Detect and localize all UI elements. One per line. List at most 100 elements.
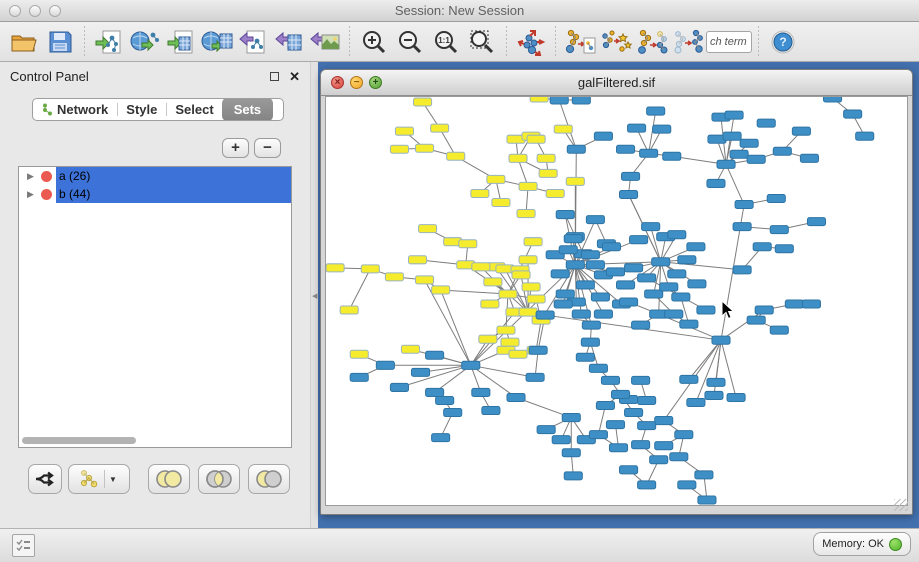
graph-node-blue[interactable]	[705, 391, 723, 399]
graph-node-blue[interactable]	[740, 139, 758, 147]
graph-node-yellow[interactable]	[522, 283, 540, 291]
export-network-icon[interactable]	[235, 25, 271, 59]
graph-node-blue[interactable]	[596, 401, 614, 409]
graph-node-yellow[interactable]	[471, 189, 489, 197]
set-row-a[interactable]: ▶ a (26)	[19, 167, 291, 185]
network-frame-titlebar[interactable]: × − + galFiltered.sif	[321, 70, 912, 96]
graph-node-yellow[interactable]	[517, 210, 535, 218]
graph-node-yellow[interactable]	[512, 271, 530, 279]
graph-node-blue[interactable]	[552, 436, 570, 444]
graph-node-blue[interactable]	[606, 421, 624, 429]
graph-node-blue[interactable]	[622, 172, 640, 180]
graph-node-blue[interactable]	[581, 251, 599, 259]
graph-node-blue[interactable]	[653, 125, 671, 133]
task-history-button[interactable]	[12, 534, 35, 557]
graph-node-blue[interactable]	[589, 364, 607, 372]
graph-node-blue[interactable]	[609, 444, 627, 452]
zoom-in-icon[interactable]	[356, 25, 392, 59]
graph-node-yellow[interactable]	[530, 97, 548, 102]
collapse-panel-arrow-icon[interactable]: ◀	[312, 292, 317, 300]
graph-node-blue[interactable]	[733, 266, 751, 274]
graph-node-blue[interactable]	[655, 442, 673, 450]
graph-node-blue[interactable]	[770, 226, 788, 234]
graph-node-blue[interactable]	[698, 496, 716, 504]
graph-node-blue[interactable]	[566, 261, 584, 269]
graph-node-yellow[interactable]	[432, 286, 450, 294]
graph-node-blue[interactable]	[638, 481, 656, 489]
apply-layout-icon[interactable]	[513, 25, 549, 59]
graph-node-blue[interactable]	[733, 223, 751, 231]
graph-node-blue[interactable]	[411, 368, 429, 376]
graph-edge[interactable]	[721, 340, 736, 397]
graph-node-blue[interactable]	[529, 346, 547, 354]
graph-node-yellow[interactable]	[539, 169, 557, 177]
graph-node-blue[interactable]	[727, 393, 745, 401]
network-graph[interactable]	[326, 97, 908, 506]
graph-node-blue[interactable]	[426, 388, 444, 396]
graph-node-blue[interactable]	[630, 236, 648, 244]
graph-node-blue[interactable]	[586, 216, 604, 224]
graph-edge[interactable]	[726, 164, 744, 204]
graph-node-yellow[interactable]	[527, 295, 545, 303]
graph-node-yellow[interactable]	[499, 290, 517, 298]
tab-sets[interactable]: Sets	[222, 98, 273, 121]
graph-node-blue[interactable]	[660, 283, 678, 291]
graph-node-blue[interactable]	[582, 321, 600, 329]
network-canvas[interactable]	[325, 96, 908, 506]
graph-node-yellow[interactable]	[524, 238, 542, 246]
float-panel-icon[interactable]	[270, 72, 279, 81]
graph-node-yellow[interactable]	[509, 350, 527, 358]
import-network-file-icon[interactable]	[91, 25, 127, 59]
graph-node-yellow[interactable]	[546, 189, 564, 197]
graph-node-blue[interactable]	[675, 431, 693, 439]
graph-node-blue[interactable]	[562, 414, 580, 422]
graph-node-blue[interactable]	[655, 417, 673, 425]
graph-node-blue[interactable]	[591, 293, 609, 301]
graph-node-blue[interactable]	[824, 97, 842, 102]
graph-node-blue[interactable]	[620, 298, 638, 306]
graph-node-yellow[interactable]	[459, 240, 477, 248]
graph-node-blue[interactable]	[572, 97, 590, 104]
graph-node-blue[interactable]	[785, 300, 803, 308]
graph-node-blue[interactable]	[576, 281, 594, 289]
graph-node-blue[interactable]	[725, 111, 743, 119]
graph-node-yellow[interactable]	[519, 256, 537, 264]
expand-caret-icon[interactable]: ▶	[27, 171, 41, 182]
graph-node-yellow[interactable]	[554, 125, 572, 133]
save-session-icon[interactable]	[42, 25, 78, 59]
graph-node-blue[interactable]	[611, 390, 629, 398]
graph-node-blue[interactable]	[687, 398, 705, 406]
graph-edge[interactable]	[661, 262, 742, 270]
minimize-window-button[interactable]	[29, 5, 41, 17]
graph-node-blue[interactable]	[589, 431, 607, 439]
graph-node-blue[interactable]	[773, 147, 791, 155]
graph-node-blue[interactable]	[640, 149, 658, 157]
graph-node-blue[interactable]	[567, 145, 585, 153]
zoom-out-icon[interactable]	[392, 25, 428, 59]
graph-node-blue[interactable]	[616, 145, 634, 153]
graph-node-blue[interactable]	[536, 311, 554, 319]
import-table-file-icon[interactable]	[163, 25, 199, 59]
graph-node-blue[interactable]	[616, 281, 634, 289]
difference-sets-button[interactable]	[248, 464, 290, 494]
graph-node-blue[interactable]	[678, 481, 696, 489]
graph-node-blue[interactable]	[717, 160, 735, 168]
frame-maximize-button[interactable]: +	[369, 76, 382, 89]
graph-node-blue[interactable]	[680, 375, 698, 383]
graph-node-yellow[interactable]	[501, 338, 519, 346]
graph-node-blue[interactable]	[632, 441, 650, 449]
graph-node-blue[interactable]	[730, 150, 748, 158]
graph-node-blue[interactable]	[670, 453, 688, 461]
graph-edge[interactable]	[471, 365, 535, 377]
graph-node-blue[interactable]	[856, 132, 874, 140]
graph-node-blue[interactable]	[632, 376, 650, 384]
graph-edge[interactable]	[441, 290, 471, 365]
graph-node-yellow[interactable]	[509, 154, 527, 162]
graph-node-yellow[interactable]	[487, 175, 505, 183]
graph-node-blue[interactable]	[625, 264, 643, 272]
graph-node-blue[interactable]	[775, 245, 793, 253]
graph-node-blue[interactable]	[707, 378, 725, 386]
graph-node-blue[interactable]	[735, 201, 753, 209]
graph-node-yellow[interactable]	[408, 256, 426, 264]
graph-node-blue[interactable]	[426, 351, 444, 359]
